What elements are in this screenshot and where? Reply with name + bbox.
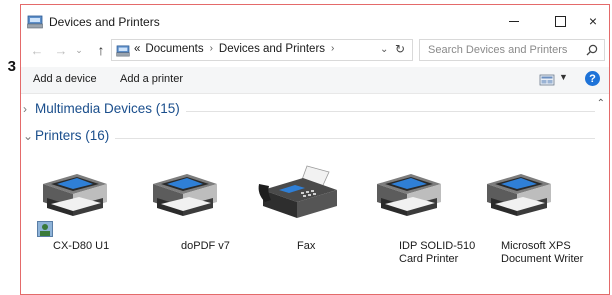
search-box[interactable]: Search Devices and Printers [419,39,605,61]
group-divider [35,138,595,139]
group-header-printers[interactable]: ⌄ Printers (16) [21,126,595,148]
minimize-icon [509,20,519,22]
help-button[interactable]: ? [585,71,600,86]
chevron-down-icon: ⌄ [23,129,34,143]
chevron-down-icon: ⌄ [380,44,389,55]
group-title-multimedia: Multimedia Devices (15) [35,101,186,116]
device-item[interactable]: Microsoft XPS Document Writer [471,164,583,274]
explorer-window: Devices and Printers × ← → ⌄ ↑ « Documen… [20,4,610,295]
address-history-dropdown[interactable]: ⌄ [380,44,388,55]
device-item[interactable]: doPDF v7 [137,164,247,274]
device-label: Fax [297,240,316,252]
minimize-button[interactable] [491,7,537,35]
search-placeholder: Search Devices and Printers [428,44,568,56]
chevron-right-icon[interactable]: › [210,43,213,55]
chevron-right-icon[interactable]: › [331,43,334,55]
back-button[interactable]: ← [29,42,45,58]
add-printer-button[interactable]: Add a printer [120,73,183,85]
maximize-icon [554,15,566,27]
command-bar: Add a device Add a printer ▼ ? [21,67,609,94]
arrow-left-icon: ← [30,42,44,58]
refresh-button[interactable]: ↻ [395,42,405,56]
breadcrumb-item-devices-and-printers[interactable]: Devices and Printers [219,43,325,55]
up-button[interactable]: ↑ [93,42,109,58]
view-options-dropdown[interactable]: ▼ [559,72,568,82]
chevron-up-icon: ⌃ [596,98,605,109]
devices-printers-icon [27,15,43,34]
printer-icon [377,174,441,216]
breadcrumb: « Documents › Devices and Printers › [134,43,340,55]
arrow-up-icon: ↑ [97,42,105,58]
fax-icon [258,165,337,218]
scroll-up-button[interactable]: ⌃ [597,98,605,109]
printer-icon [43,174,107,216]
refresh-icon: ↻ [395,42,406,56]
window-title: Devices and Printers [49,15,160,29]
device-label: CX-D80 U1 [53,240,110,252]
printer-icon [153,174,217,216]
background-text-fragment: 3 [7,58,16,75]
chevron-right-icon: › [23,102,27,116]
printer-icon [487,174,551,216]
address-row: ← → ⌄ ↑ « Documents › Devices and Printe… [21,37,609,65]
device-item[interactable]: IDP SOLID-510 Card Printer [361,164,475,274]
devices-printers-icon [116,44,130,62]
arrow-right-icon: → [54,42,68,58]
search-icon [586,43,598,61]
address-bar[interactable]: « Documents › Devices and Printers › ⌄ ↻ [111,39,413,61]
close-button[interactable]: × [576,7,609,35]
device-item[interactable]: Fax [249,164,359,274]
device-list-pane: ⌃ › Multimedia Devices (15) ⌄ Printers (… [21,94,609,294]
breadcrumb-overflow[interactable]: « [134,43,140,55]
close-icon: × [588,13,598,29]
device-item[interactable]: CX-D80 U1 [27,164,137,274]
caret-down-icon: ▼ [559,72,568,82]
forward-button[interactable]: → [53,42,69,58]
title-bar: Devices and Printers × [21,5,609,37]
group-header-multimedia[interactable]: › Multimedia Devices (15) [21,99,595,121]
group-title-printers: Printers (16) [35,128,116,143]
change-view-button[interactable] [539,73,555,91]
chevron-down-icon: ⌄ [75,44,83,55]
background-window-strip: 3 [0,0,20,295]
breadcrumb-item-documents[interactable]: Documents [145,43,203,55]
device-label: Microsoft XPS Document Writer [501,240,584,265]
view-icon [539,73,555,90]
add-device-button[interactable]: Add a device [33,73,97,85]
recent-locations-button[interactable]: ⌄ [71,42,87,58]
user-avatar-icon [37,221,53,242]
